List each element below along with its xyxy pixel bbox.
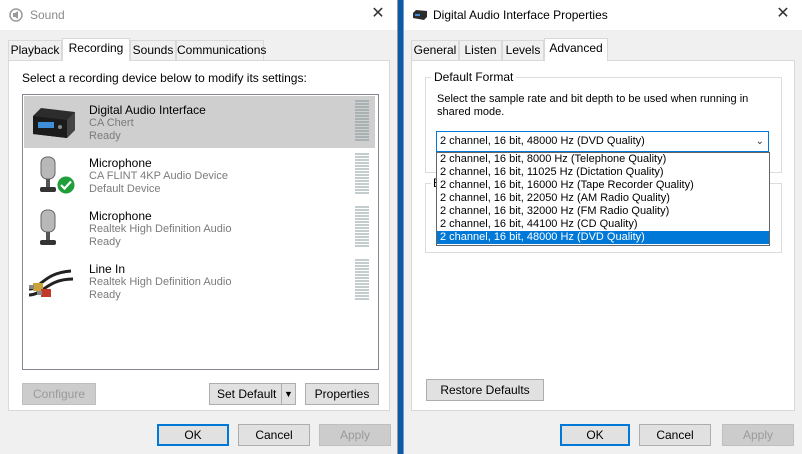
level-meter: [355, 206, 369, 248]
close-icon[interactable]: ✕: [772, 3, 794, 25]
audio-interface-icon: [33, 108, 75, 138]
properties-titlebar[interactable]: Digital Audio Interface Properties ✕: [404, 0, 802, 30]
selected-format: 2 channel, 16 bit, 48000 Hz (DVD Quality…: [440, 135, 645, 147]
device-status: Ready: [89, 130, 121, 142]
restore-defaults-button[interactable]: Restore Defaults: [426, 379, 544, 401]
properties-button[interactable]: Properties: [305, 383, 379, 405]
device-subtitle: Realtek High Definition Audio: [89, 276, 232, 288]
device-name: Microphone: [89, 209, 152, 223]
apply-button[interactable]: Apply: [722, 424, 794, 446]
format-dropdown-list[interactable]: 2 channel, 16 bit, 8000 Hz (Telephone Qu…: [436, 152, 770, 246]
device-subtitle: CA FLINT 4KP Audio Device: [89, 170, 228, 182]
properties-tab-bar: General Listen Levels Advanced: [411, 38, 711, 61]
chevron-down-icon[interactable]: ▼: [281, 384, 295, 404]
window-title: Sound: [30, 8, 65, 22]
format-option[interactable]: 2 channel, 16 bit, 22050 Hz (AM Radio Qu…: [437, 192, 769, 205]
ok-button[interactable]: OK: [560, 424, 630, 446]
cancel-button[interactable]: Cancel: [238, 424, 310, 446]
recording-device-list[interactable]: Digital Audio Interface CA Chert Ready M…: [22, 94, 379, 370]
device-name: Digital Audio Interface: [89, 103, 206, 117]
tab-sounds[interactable]: Sounds: [130, 40, 176, 60]
cancel-button[interactable]: Cancel: [639, 424, 711, 446]
chevron-down-icon[interactable]: ⌄: [756, 132, 764, 151]
format-option[interactable]: 2 channel, 16 bit, 44100 Hz (CD Quality): [437, 218, 769, 231]
tab-levels[interactable]: Levels: [502, 40, 544, 60]
tab-advanced[interactable]: Advanced: [544, 38, 608, 61]
list-item-digital-audio-interface[interactable]: Digital Audio Interface CA Chert Ready: [24, 96, 375, 148]
sound-window: Sound ✕ Playback Recording Sounds Commun…: [0, 0, 398, 454]
group-label: Default Format: [431, 70, 517, 84]
set-default-button[interactable]: Set Default ▼: [209, 383, 296, 405]
format-option[interactable]: 2 channel, 16 bit, 16000 Hz (Tape Record…: [437, 179, 769, 192]
device-status: Default Device: [89, 183, 161, 195]
audio-interface-icon: [413, 10, 427, 20]
level-meter: [355, 100, 369, 142]
close-icon[interactable]: ✕: [367, 3, 389, 25]
tab-recording[interactable]: Recording: [62, 38, 130, 61]
device-name: Line In: [89, 262, 126, 276]
list-item-microphone-flint[interactable]: Microphone CA FLINT 4KP Audio Device Def…: [24, 149, 375, 201]
format-option[interactable]: 2 channel, 16 bit, 8000 Hz (Telephone Qu…: [437, 153, 769, 166]
ok-button[interactable]: OK: [157, 424, 229, 446]
tab-general[interactable]: General: [411, 40, 459, 60]
format-option[interactable]: 2 channel, 16 bit, 32000 Hz (FM Radio Qu…: [437, 205, 769, 218]
sound-tab-bar: Playback Recording Sounds Communications: [8, 38, 368, 61]
format-description: Select the sample rate and bit depth to …: [437, 93, 749, 118]
configure-button[interactable]: Configure: [22, 383, 96, 405]
default-format-select[interactable]: 2 channel, 16 bit, 48000 Hz (DVD Quality…: [436, 131, 769, 152]
device-name: Microphone: [89, 156, 152, 170]
speaker-settings-icon: [9, 8, 23, 22]
tab-playback[interactable]: Playback: [8, 40, 62, 60]
apply-button[interactable]: Apply: [319, 424, 391, 446]
tab-listen[interactable]: Listen: [459, 40, 502, 60]
sound-titlebar[interactable]: Sound ✕: [0, 0, 397, 30]
list-item-line-in[interactable]: Line In Realtek High Definition Audio Re…: [24, 255, 375, 307]
rca-cable-icon: [28, 269, 74, 297]
device-subtitle: Realtek High Definition Audio: [89, 223, 232, 235]
level-meter: [355, 153, 369, 195]
microphone-icon: [40, 209, 56, 245]
format-option[interactable]: 2 channel, 16 bit, 48000 Hz (DVD Quality…: [437, 231, 769, 244]
device-status: Ready: [89, 236, 121, 248]
device-subtitle: CA Chert: [89, 117, 134, 129]
device-status: Ready: [89, 289, 121, 301]
level-meter: [355, 259, 369, 301]
set-default-label: Set Default: [217, 387, 277, 401]
format-option[interactable]: 2 channel, 16 bit, 11025 Hz (Dictation Q…: [437, 166, 769, 179]
green-check-icon: [56, 175, 76, 195]
list-item-microphone-realtek[interactable]: Microphone Realtek High Definition Audio…: [24, 202, 375, 254]
window-title: Digital Audio Interface Properties: [433, 8, 608, 22]
instruction-text: Select a recording device below to modif…: [22, 71, 307, 85]
tab-communications[interactable]: Communications: [176, 40, 266, 60]
